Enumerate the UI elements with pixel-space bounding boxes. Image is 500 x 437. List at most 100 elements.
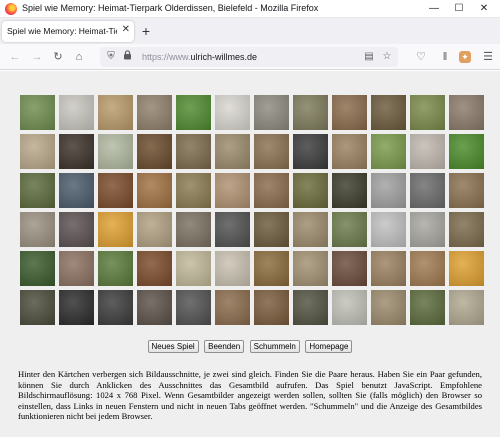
memory-card[interactable] (410, 95, 445, 130)
memory-card[interactable] (137, 251, 172, 286)
memory-card[interactable] (332, 134, 367, 169)
memory-card[interactable] (98, 212, 133, 247)
tracking-shield-icon[interactable]: ⛨ (104, 50, 118, 64)
memory-card[interactable] (137, 173, 172, 208)
memory-card[interactable] (215, 251, 250, 286)
memory-card[interactable] (254, 290, 289, 325)
forward-arrow-icon[interactable]: → (29, 49, 45, 65)
memory-card[interactable] (176, 212, 211, 247)
memory-card[interactable] (293, 134, 328, 169)
memory-card[interactable] (176, 290, 211, 325)
memory-card[interactable] (332, 95, 367, 130)
memory-card[interactable] (20, 290, 55, 325)
memory-card[interactable] (137, 212, 172, 247)
memory-card[interactable] (98, 251, 133, 286)
memory-card[interactable] (59, 134, 94, 169)
memory-card[interactable] (449, 290, 484, 325)
end-game-button[interactable]: Beenden (204, 340, 245, 353)
memory-card[interactable] (410, 290, 445, 325)
memory-card[interactable] (449, 95, 484, 130)
memory-card[interactable] (176, 173, 211, 208)
homepage-button[interactable]: Homepage (305, 340, 353, 353)
memory-card[interactable] (371, 95, 406, 130)
memory-card[interactable] (254, 251, 289, 286)
memory-card[interactable] (98, 95, 133, 130)
memory-card[interactable] (98, 134, 133, 169)
tab-active[interactable]: Spiel wie Memory: Heimat-Tierpark ✕ (2, 21, 134, 42)
memory-card[interactable] (20, 251, 55, 286)
memory-card[interactable] (176, 134, 211, 169)
memory-card[interactable] (293, 212, 328, 247)
memory-card[interactable] (176, 251, 211, 286)
memory-card[interactable] (410, 212, 445, 247)
memory-card[interactable] (410, 251, 445, 286)
new-game-button[interactable]: Neues Spiel (147, 340, 199, 353)
memory-card[interactable] (59, 95, 94, 130)
memory-card[interactable] (254, 134, 289, 169)
hamburger-menu-icon[interactable]: ☰ (480, 49, 496, 65)
memory-card[interactable] (371, 251, 406, 286)
memory-card[interactable] (59, 290, 94, 325)
memory-card[interactable] (449, 251, 484, 286)
memory-card[interactable] (215, 290, 250, 325)
memory-card[interactable] (371, 173, 406, 208)
reader-view-icon[interactable]: ▤ (362, 50, 376, 64)
tab-close-icon[interactable]: ✕ (122, 24, 130, 35)
memory-card[interactable] (332, 173, 367, 208)
maximize-icon[interactable]: ☐ (452, 2, 466, 16)
memory-card[interactable] (410, 134, 445, 169)
memory-card[interactable] (215, 173, 250, 208)
close-icon[interactable]: ✕ (477, 2, 491, 16)
memory-card[interactable] (215, 95, 250, 130)
memory-card[interactable] (98, 173, 133, 208)
minimize-icon[interactable]: — (427, 2, 441, 16)
memory-card[interactable] (293, 173, 328, 208)
memory-card[interactable] (371, 134, 406, 169)
memory-card[interactable] (293, 95, 328, 130)
memory-card[interactable] (137, 134, 172, 169)
memory-card[interactable] (371, 212, 406, 247)
library-icon[interactable]: ‖ (437, 49, 453, 65)
memory-card[interactable] (59, 173, 94, 208)
memory-card[interactable] (254, 173, 289, 208)
memory-card[interactable] (410, 173, 445, 208)
pocket-icon[interactable]: ♡ (413, 49, 429, 65)
url-prefix: https://www. (142, 52, 191, 62)
memory-card[interactable] (20, 95, 55, 130)
memory-card[interactable] (137, 290, 172, 325)
memory-card[interactable] (254, 212, 289, 247)
memory-card[interactable] (215, 212, 250, 247)
memory-card[interactable] (98, 290, 133, 325)
memory-card[interactable] (59, 212, 94, 247)
memory-card[interactable] (449, 134, 484, 169)
window-title: Spiel wie Memory: Heimat-Tierpark Olderd… (22, 3, 319, 13)
memory-card[interactable] (254, 95, 289, 130)
memory-card[interactable] (176, 95, 211, 130)
memory-card[interactable] (449, 212, 484, 247)
extension-icon[interactable]: ✦ (459, 51, 471, 63)
navigation-toolbar: ← → ↻ ⌂ ⛨ https://www.ulrich-willmes.de … (0, 44, 500, 70)
memory-card[interactable] (20, 173, 55, 208)
memory-card[interactable] (332, 212, 367, 247)
memory-card[interactable] (215, 134, 250, 169)
memory-card[interactable] (293, 290, 328, 325)
memory-card[interactable] (293, 251, 328, 286)
memory-card[interactable] (371, 290, 406, 325)
memory-card[interactable] (137, 95, 172, 130)
memory-card[interactable] (20, 212, 55, 247)
url-text[interactable]: https://www.ulrich-willmes.de (142, 52, 257, 62)
lock-icon[interactable] (120, 50, 134, 64)
cheat-button[interactable]: Schummeln (249, 340, 300, 353)
url-bar[interactable]: ⛨ https://www.ulrich-willmes.de ▤ ☆ (100, 47, 398, 67)
page-content: Neues Spiel Beenden Schummeln Homepage H… (0, 71, 500, 437)
bookmark-star-icon[interactable]: ☆ (380, 50, 394, 64)
back-arrow-icon[interactable]: ← (7, 49, 23, 65)
home-icon[interactable]: ⌂ (71, 49, 87, 65)
memory-card[interactable] (332, 290, 367, 325)
memory-card[interactable] (332, 251, 367, 286)
memory-card[interactable] (449, 173, 484, 208)
memory-card[interactable] (20, 134, 55, 169)
new-tab-plus-icon[interactable]: + (138, 22, 154, 40)
reload-icon[interactable]: ↻ (50, 49, 66, 65)
memory-card[interactable] (59, 251, 94, 286)
